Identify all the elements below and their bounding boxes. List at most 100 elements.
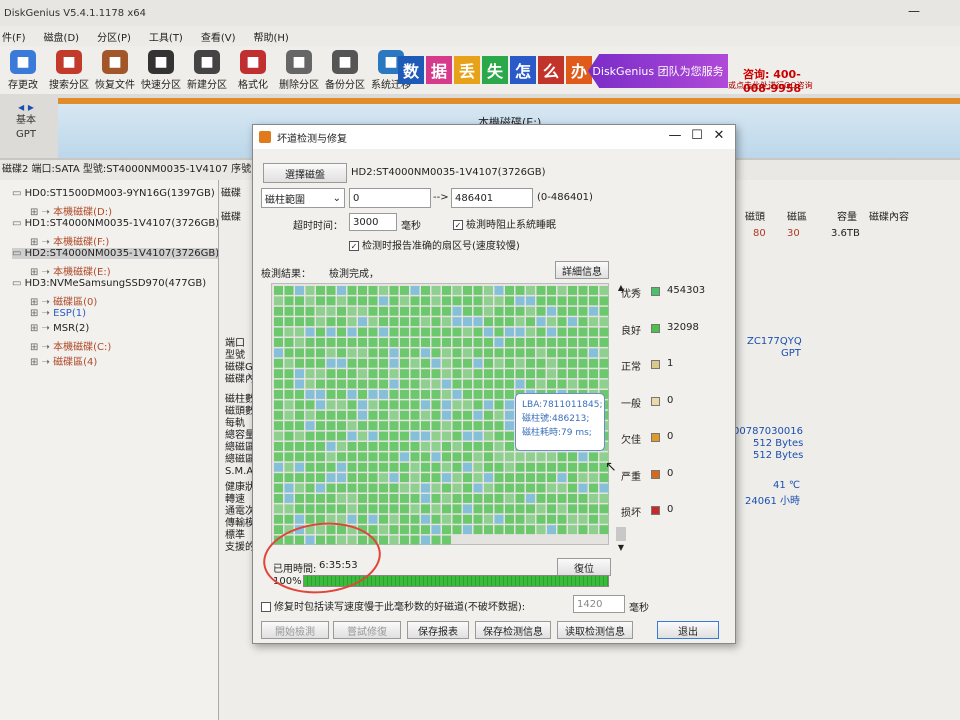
scan-cell[interactable]	[326, 494, 336, 503]
scan-cell[interactable]	[431, 494, 441, 503]
scan-cell[interactable]	[337, 421, 346, 431]
scan-cell[interactable]	[547, 379, 556, 389]
scan-cell[interactable]	[515, 452, 525, 462]
scan-cell[interactable]	[379, 358, 388, 368]
toolbar-button[interactable]: ■ 搜索分区	[46, 46, 92, 94]
scan-cell[interactable]	[526, 358, 535, 368]
scan-cell[interactable]	[379, 483, 388, 493]
scan-cell[interactable]	[463, 442, 472, 451]
scan-cell[interactable]	[284, 358, 294, 368]
scan-cell[interactable]	[274, 494, 283, 503]
scroll-down-icon[interactable]: ▼	[615, 543, 627, 552]
scan-cell[interactable]	[347, 410, 357, 420]
scan-cell[interactable]	[295, 400, 304, 410]
scan-cell[interactable]	[316, 348, 325, 358]
repair-checkbox[interactable]: 修复时包括读写速度慢于此毫秒数的好磁道(不破坏数据):	[261, 598, 525, 613]
scan-cell[interactable]	[568, 514, 577, 524]
scan-cell[interactable]	[358, 390, 367, 399]
scan-cell[interactable]	[536, 473, 546, 483]
scan-cell[interactable]	[274, 358, 283, 368]
scan-cell[interactable]	[463, 358, 472, 368]
scan-cell[interactable]	[526, 369, 535, 379]
scan-cell[interactable]	[452, 306, 462, 316]
scan-cell[interactable]	[358, 400, 367, 410]
scan-cell[interactable]	[473, 504, 483, 514]
scan-cell[interactable]	[442, 504, 451, 514]
scan-cell[interactable]	[515, 494, 525, 503]
scan-cell[interactable]	[379, 286, 388, 295]
scan-cell[interactable]	[274, 317, 283, 327]
toolbar-button[interactable]: ■ 备份分区	[322, 46, 368, 94]
scan-cell[interactable]	[389, 462, 399, 472]
scan-cell[interactable]	[484, 400, 493, 410]
menu-item[interactable]: 磁盘(D)	[44, 29, 80, 44]
scan-cell[interactable]	[568, 379, 577, 389]
scan-cell[interactable]	[515, 504, 525, 514]
scan-cell[interactable]	[547, 296, 556, 306]
scan-cell[interactable]	[452, 514, 462, 524]
scan-cell[interactable]	[379, 348, 388, 358]
scan-cell[interactable]	[568, 525, 577, 535]
scan-cell[interactable]	[347, 358, 357, 368]
scan-cell[interactable]	[505, 525, 514, 535]
scan-cell[interactable]	[305, 421, 315, 431]
scan-cell[interactable]	[526, 296, 535, 306]
scan-cell[interactable]	[578, 327, 588, 337]
scan-cell[interactable]	[284, 379, 294, 389]
scan-cell[interactable]	[368, 317, 378, 327]
scan-cell[interactable]	[400, 348, 409, 358]
scan-cell[interactable]	[347, 462, 357, 472]
scan-cell[interactable]	[442, 369, 451, 379]
scan-cell[interactable]	[452, 390, 462, 399]
scan-cell[interactable]	[463, 494, 472, 503]
report-sector-checkbox[interactable]: ✓ 检测时报告准确的扇区号(速度较慢)	[349, 237, 520, 252]
scan-cell[interactable]	[452, 504, 462, 514]
scan-cell[interactable]	[515, 317, 525, 327]
scan-cell[interactable]	[326, 379, 336, 389]
scan-cell[interactable]	[589, 525, 598, 535]
minimize-icon[interactable]: —	[665, 128, 685, 143]
scan-cell[interactable]	[274, 421, 283, 431]
scan-cell[interactable]	[389, 286, 399, 295]
scan-cell[interactable]	[284, 317, 294, 327]
scan-cell[interactable]	[400, 494, 409, 503]
scan-cell[interactable]	[484, 473, 493, 483]
scan-cell[interactable]	[452, 483, 462, 493]
scan-cell[interactable]	[526, 452, 535, 462]
scan-cell[interactable]	[379, 410, 388, 420]
scan-cell[interactable]	[536, 348, 546, 358]
scan-cell[interactable]	[526, 514, 535, 524]
scan-cell[interactable]	[326, 400, 336, 410]
scan-cell[interactable]	[505, 514, 514, 524]
scan-cell[interactable]	[358, 286, 367, 295]
scan-cell[interactable]	[368, 452, 378, 462]
scan-cell[interactable]	[400, 410, 409, 420]
scan-cell[interactable]	[547, 369, 556, 379]
scan-cell[interactable]	[295, 504, 304, 514]
scan-cell[interactable]	[452, 369, 462, 379]
scan-cell[interactable]	[589, 358, 598, 368]
scan-cell[interactable]	[368, 525, 378, 535]
scan-cell[interactable]	[379, 379, 388, 389]
scan-cell[interactable]	[379, 442, 388, 451]
scan-cell[interactable]	[568, 462, 577, 472]
scan-cell[interactable]	[337, 462, 346, 472]
scan-cell[interactable]	[400, 286, 409, 295]
scan-cell[interactable]	[347, 400, 357, 410]
scan-cell[interactable]	[484, 317, 493, 327]
scan-cell[interactable]	[305, 390, 315, 399]
scan-cell[interactable]	[337, 306, 346, 316]
scan-cell[interactable]	[389, 348, 399, 358]
scan-cell[interactable]	[557, 462, 567, 472]
scan-cell[interactable]	[421, 379, 430, 389]
scan-cell[interactable]	[305, 431, 315, 441]
scan-cell[interactable]	[578, 317, 588, 327]
scan-cell[interactable]	[400, 514, 409, 524]
scan-cell[interactable]	[305, 306, 315, 316]
scan-cell[interactable]	[599, 369, 609, 379]
scan-cell[interactable]	[463, 379, 472, 389]
scan-cell[interactable]	[358, 369, 367, 379]
scan-cell[interactable]	[568, 286, 577, 295]
scan-cell[interactable]	[589, 306, 598, 316]
tree-partition-node[interactable]: ⊞ ➝ 本機磁碟(F:)	[30, 233, 109, 248]
